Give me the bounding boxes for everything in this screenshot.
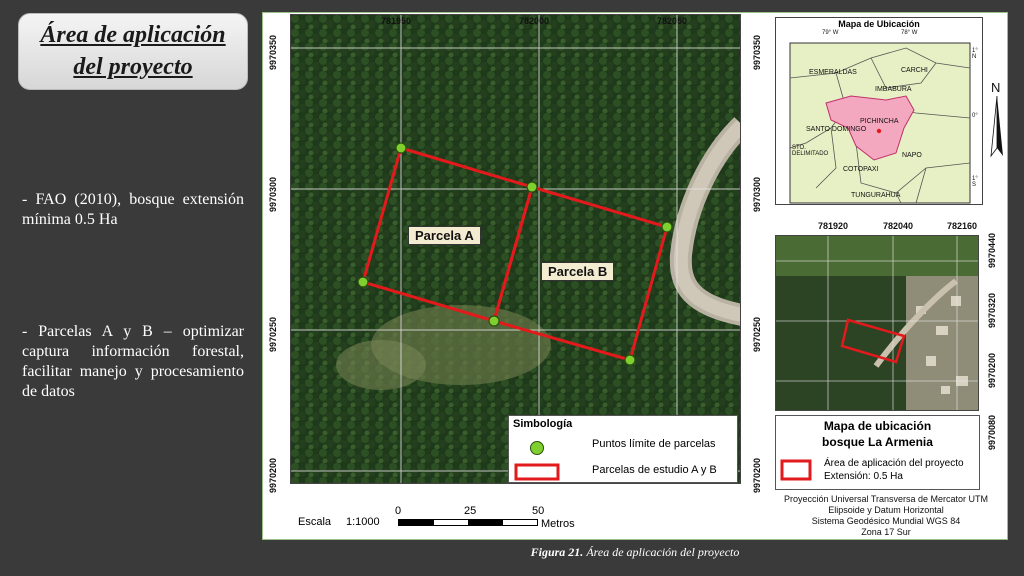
inset-legend: Mapa de ubicación bosque La Armenia Área… bbox=[775, 415, 980, 490]
inset-x-tick: 782160 bbox=[947, 221, 978, 231]
province-label: TUNGURAHUA bbox=[851, 192, 901, 199]
scale-label: Escala bbox=[298, 516, 332, 528]
boundary-point bbox=[488, 315, 500, 327]
y-tick-label-left: 9970350 bbox=[268, 34, 278, 70]
province-label: COTOPAXI bbox=[843, 166, 879, 173]
inset-legend-line-2: Extensión: 0.5 Ha bbox=[824, 471, 903, 482]
projection-line: Elipsoide y Datum Horizontal bbox=[828, 505, 944, 515]
legend-point-symbol bbox=[530, 441, 544, 455]
inset-y-tick: 9970440 bbox=[987, 232, 997, 268]
province-label: PICHINCHA bbox=[860, 118, 899, 125]
title-line-2: del proyecto bbox=[73, 53, 193, 80]
inset-y-tick: 9970320 bbox=[987, 292, 997, 328]
boundary-point bbox=[395, 142, 407, 154]
lat-tick: 1° S bbox=[972, 176, 978, 188]
lat-tick: 1° N bbox=[972, 48, 978, 60]
inset-y-tick: 9970080 bbox=[987, 414, 997, 450]
inset-y-tick: 9970200 bbox=[987, 352, 997, 388]
lat-tick: 0° bbox=[972, 113, 978, 119]
province-label: IMBABURA bbox=[875, 86, 912, 93]
scale-tick: 0 bbox=[395, 505, 402, 517]
legend-points-label: Puntos límite de parcelas bbox=[592, 438, 716, 450]
location-map: Mapa de Ubicación ESMERALDAS CARCHI IMBA… bbox=[775, 17, 983, 205]
lon-tick: 78° W bbox=[901, 30, 918, 36]
location-map-graphic bbox=[789, 42, 971, 204]
north-arrow-icon: N bbox=[987, 80, 1007, 170]
scale-ratio: 1:1000 bbox=[346, 516, 380, 528]
projection-info: Proyección Universal Transversa de Merca… bbox=[775, 494, 997, 538]
map-legend: Simbología Puntos límite de parcelas Par… bbox=[508, 415, 738, 483]
inset-x-tick: 781920 bbox=[818, 221, 849, 231]
legend-parcels-label: Parcelas de estudio A y B bbox=[592, 464, 717, 476]
scale-tick: 50 bbox=[532, 505, 545, 517]
province-label: SANTO DOMINGO bbox=[806, 126, 867, 133]
x-tick-label: 781950 bbox=[381, 16, 412, 26]
province-label: CARCHI bbox=[901, 67, 928, 74]
province-label: NAPO bbox=[902, 152, 922, 159]
y-tick-label-left: 9970200 bbox=[268, 457, 278, 493]
scale-bar: 0 25 50 Escala 1:1000 Metros bbox=[290, 505, 590, 535]
boundary-point bbox=[357, 276, 369, 288]
satellite-image bbox=[291, 15, 740, 483]
y-tick-label-right: 9970350 bbox=[752, 34, 762, 70]
lon-tick: 79° W bbox=[822, 30, 839, 36]
scale-bar-graphic bbox=[398, 519, 538, 526]
province-label: ESMERALDAS bbox=[809, 69, 857, 76]
title-line-1: Área de aplicación bbox=[40, 22, 226, 49]
inset-legend-symbol bbox=[780, 459, 812, 481]
parcel-b-label: Parcela B bbox=[541, 262, 615, 281]
projection-line: Zona 17 Sur bbox=[861, 527, 911, 537]
legend-parcel-symbol bbox=[514, 463, 560, 481]
y-tick-label-right: 9970300 bbox=[752, 176, 762, 212]
y-tick-label-left: 9970300 bbox=[268, 176, 278, 212]
province-label: STO. DELIMITADO bbox=[792, 145, 829, 157]
boundary-point bbox=[624, 354, 636, 366]
x-tick-label: 782000 bbox=[519, 16, 550, 26]
inset-x-tick: 782040 bbox=[883, 221, 914, 231]
boundary-point bbox=[526, 181, 538, 193]
scale-unit: Metros bbox=[541, 518, 575, 530]
inset-title-line-1: Mapa de ubicación bbox=[823, 419, 932, 433]
slide-title: Área de aplicación del proyecto bbox=[18, 13, 248, 90]
boundary-point bbox=[661, 221, 673, 233]
north-label: N bbox=[991, 80, 1001, 95]
caption-label: Figura 21. bbox=[530, 545, 584, 559]
inset-legend-line-1: Área de aplicación del proyecto bbox=[824, 458, 964, 469]
x-tick-label: 782050 bbox=[657, 16, 688, 26]
inset-map bbox=[775, 235, 979, 411]
y-tick-label-left: 9970250 bbox=[268, 316, 278, 352]
caption-text: Área de aplicación del proyecto bbox=[586, 545, 740, 559]
inset-title-line-2: bosque La Armenia bbox=[822, 435, 933, 449]
y-tick-label-right: 9970200 bbox=[752, 457, 762, 493]
north-arrow-graphic bbox=[990, 96, 1003, 158]
scale-tick: 25 bbox=[464, 505, 477, 517]
projection-line: Sistema Geodésico Mundial WGS 84 bbox=[811, 516, 961, 526]
parcel-a-label: Parcela A bbox=[408, 226, 481, 245]
bullet-fao: - FAO (2010), bosque extensión mínima 0.… bbox=[22, 191, 244, 228]
figure-caption: Figura 21. Área de aplicación del proyec… bbox=[262, 545, 1008, 560]
inset-satellite-image bbox=[776, 236, 978, 410]
projection-line: Proyección Universal Transversa de Merca… bbox=[783, 494, 989, 504]
legend-title: Simbología bbox=[513, 418, 573, 430]
main-satellite-map: Parcela A Parcela B bbox=[290, 14, 741, 484]
y-tick-label-right: 9970250 bbox=[752, 316, 762, 352]
bullet-parcelas: - Parcelas A y B – optimizar captura inf… bbox=[22, 323, 244, 400]
